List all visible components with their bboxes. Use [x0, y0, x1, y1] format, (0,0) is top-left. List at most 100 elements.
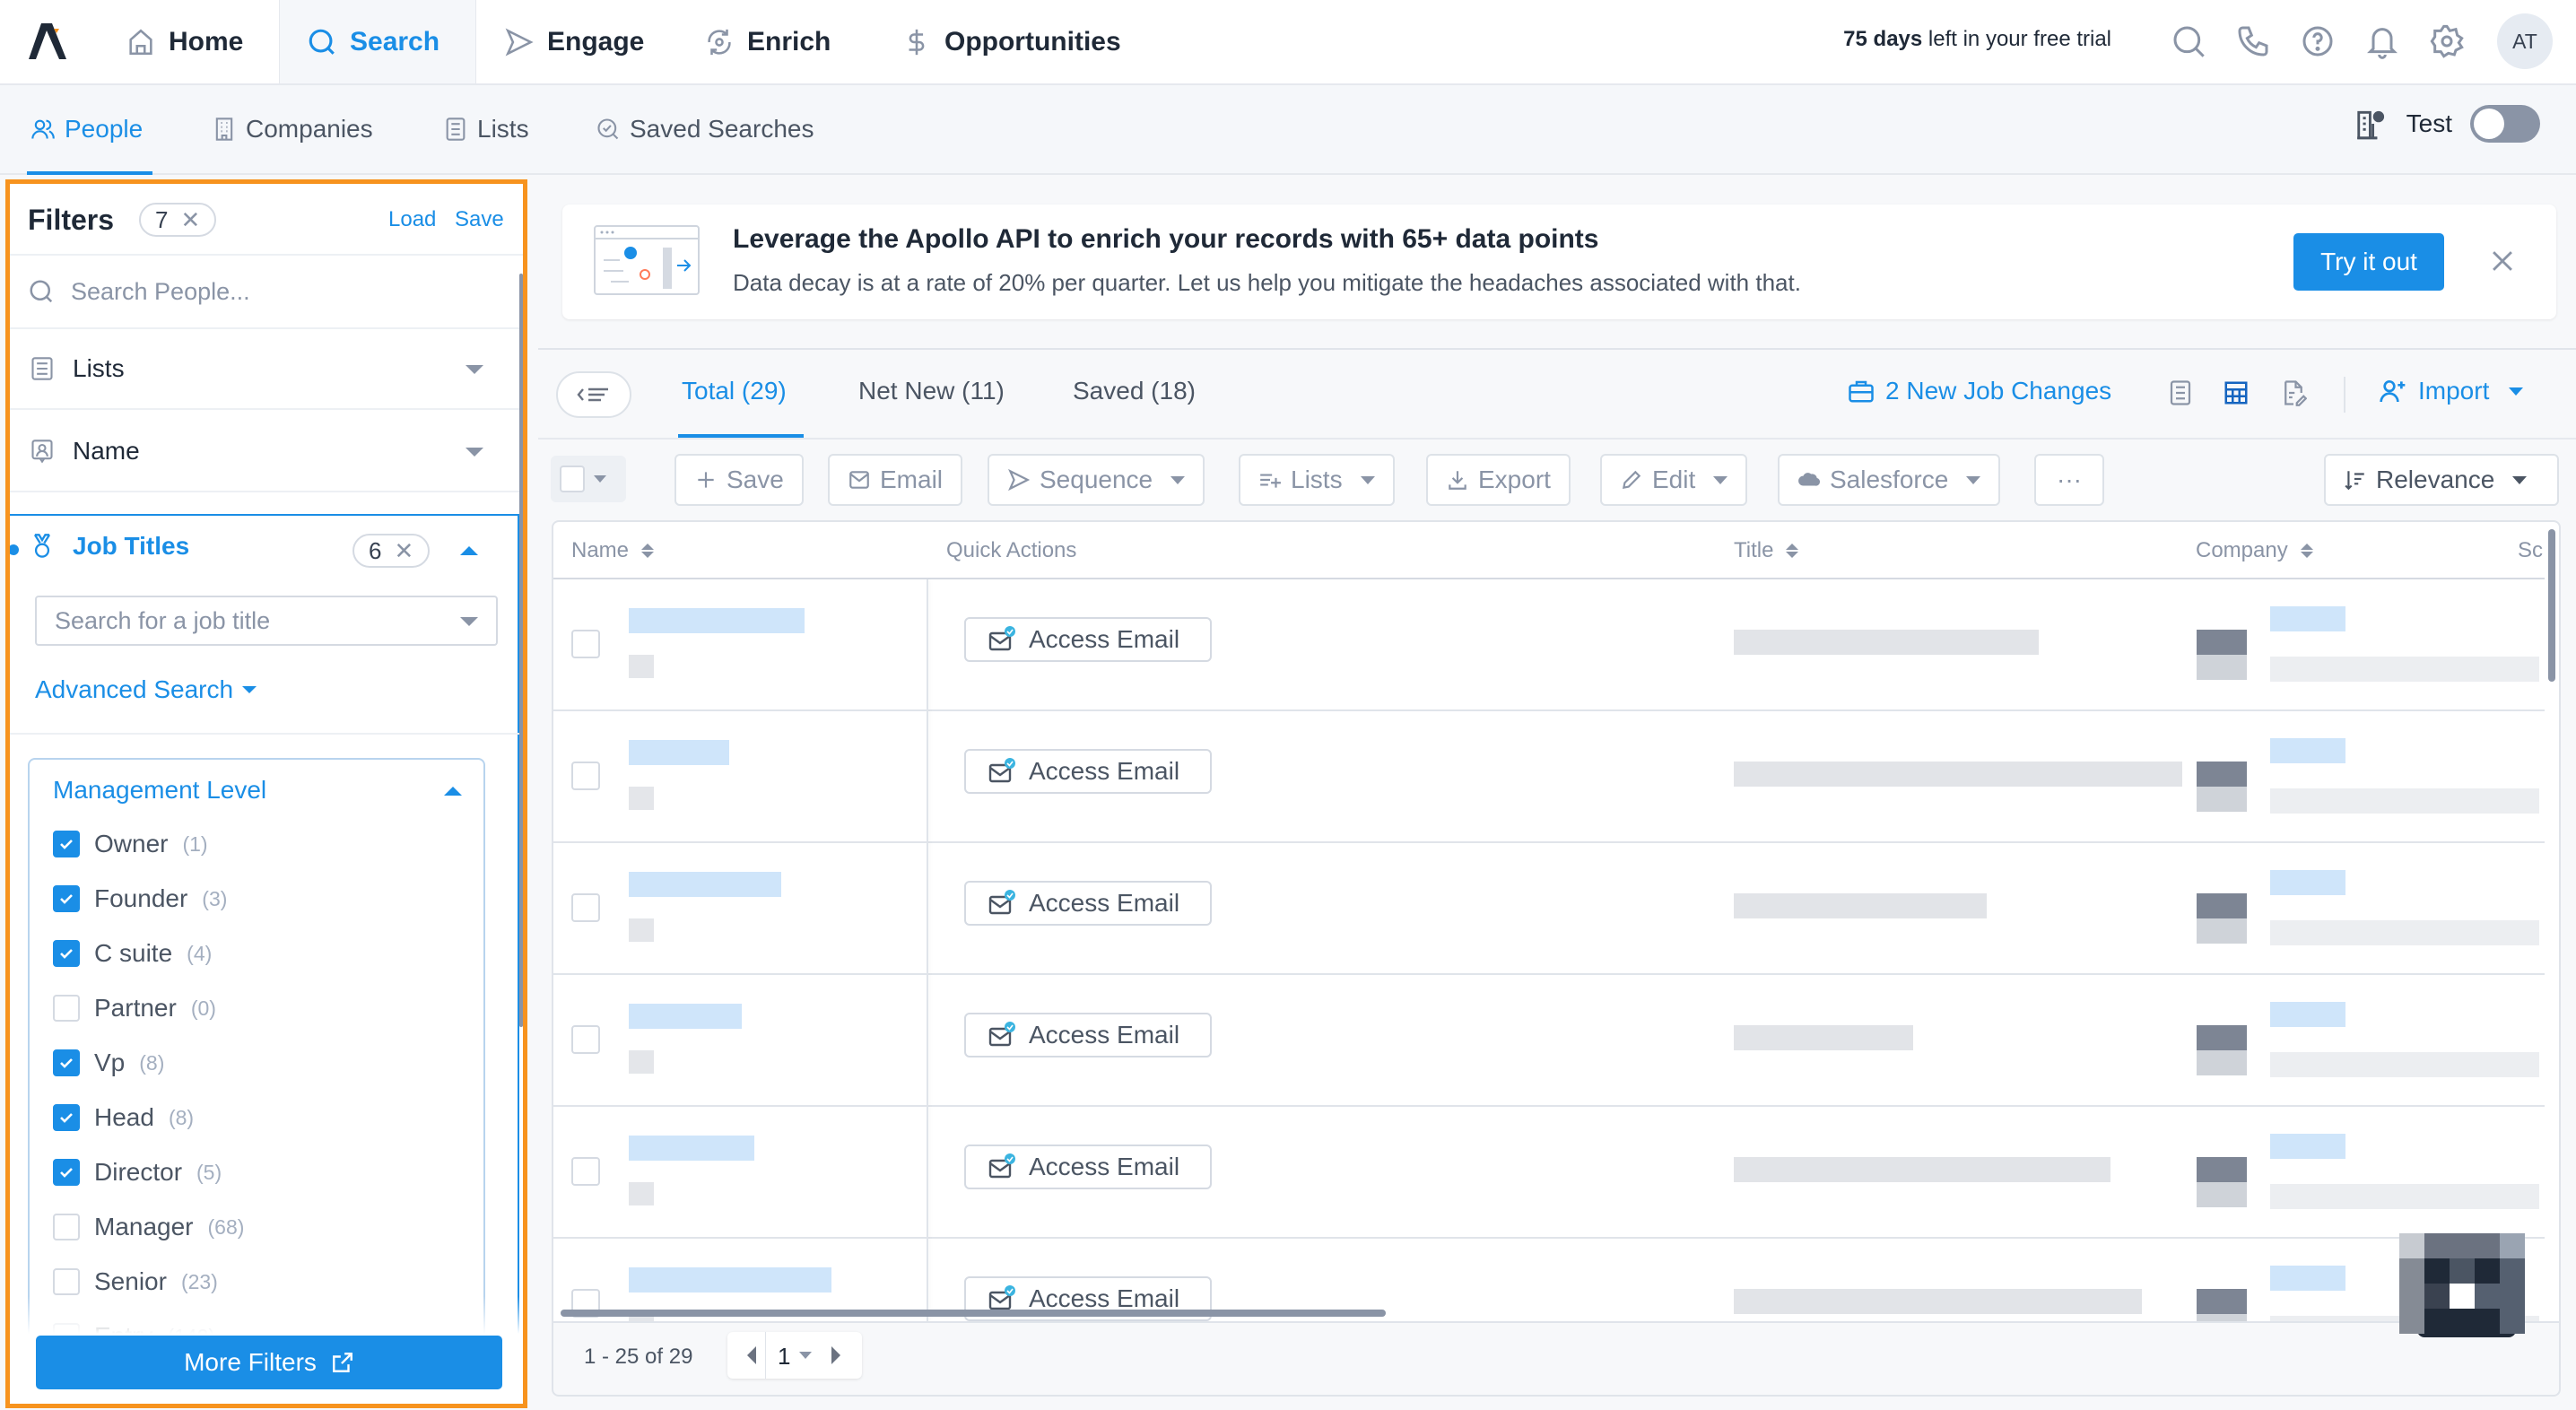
nav-opportunities[interactable]: Opportunities: [875, 0, 1148, 83]
column-header-score[interactable]: Sc: [2518, 538, 2543, 563]
access-email-button[interactable]: Access Email: [964, 1145, 1212, 1189]
table-row[interactable]: Access Email: [553, 843, 2545, 975]
company-name-redacted[interactable]: [2270, 1134, 2345, 1159]
edit-button[interactable]: Edit: [1600, 454, 1748, 506]
clear-filters-icon[interactable]: ✕: [180, 206, 200, 234]
column-header-company[interactable]: Company: [2196, 538, 2313, 563]
current-page[interactable]: 1: [778, 1343, 790, 1371]
column-header-title[interactable]: Title: [1734, 538, 1799, 563]
more-actions-button[interactable]: ···: [2034, 454, 2104, 506]
subnav-saved-searches[interactable]: Saved Searches: [596, 85, 814, 173]
subnav-lists[interactable]: Lists: [443, 85, 529, 173]
bell-icon[interactable]: [2364, 23, 2400, 59]
try-it-out-button[interactable]: Try it out: [2293, 233, 2444, 291]
horizontal-scrollbar[interactable]: [561, 1310, 1386, 1317]
avatar[interactable]: AT: [2497, 13, 2553, 69]
management-level-option[interactable]: Owner (1): [53, 830, 208, 858]
list-view-icon[interactable]: [2167, 379, 2194, 407]
access-email-button[interactable]: Access Email: [964, 1013, 1212, 1058]
chevron-up-icon[interactable]: [460, 546, 478, 555]
tab-net-new[interactable]: Net New (11): [858, 377, 1005, 405]
load-filters-link[interactable]: Load: [388, 207, 436, 232]
nav-enrich[interactable]: Enrich: [677, 0, 857, 83]
search-icon[interactable]: [2171, 23, 2206, 59]
checkbox[interactable]: [53, 1049, 80, 1076]
contact-name-redacted[interactable]: [629, 1004, 742, 1029]
sort-dropdown[interactable]: Relevance: [2324, 454, 2559, 506]
management-level-option[interactable]: Director (5): [53, 1158, 222, 1187]
contact-name-redacted[interactable]: [629, 872, 781, 897]
document-edit-icon[interactable]: [2280, 379, 2307, 407]
chevron-up-icon[interactable]: [444, 787, 462, 796]
apollo-logo[interactable]: [25, 22, 68, 61]
row-checkbox[interactable]: [571, 1025, 600, 1054]
contact-name-redacted[interactable]: [629, 1136, 754, 1161]
save-button[interactable]: Save: [674, 454, 804, 506]
salesforce-button[interactable]: Salesforce: [1778, 454, 2001, 506]
checkbox[interactable]: [53, 940, 80, 967]
export-button[interactable]: Export: [1426, 454, 1571, 506]
checkbox[interactable]: [53, 1214, 80, 1240]
tab-saved[interactable]: Saved (18): [1073, 377, 1196, 405]
table-row[interactable]: Access Email: [553, 711, 2545, 843]
filter-lists[interactable]: Lists: [10, 329, 519, 410]
search-people-input[interactable]: Search People...: [10, 256, 519, 329]
checkbox[interactable]: [53, 1104, 80, 1131]
chat-widget-icon[interactable]: [2399, 1233, 2525, 1339]
next-page-icon[interactable]: [831, 1346, 840, 1364]
chevron-down-icon[interactable]: [799, 1352, 812, 1359]
checkbox[interactable]: [53, 1159, 80, 1186]
access-email-button[interactable]: Access Email: [964, 881, 1212, 926]
checkbox[interactable]: [53, 831, 80, 857]
company-name-redacted[interactable]: [2270, 1266, 2345, 1291]
filters-count-pill[interactable]: 7 ✕: [139, 203, 217, 237]
access-email-button[interactable]: Access Email: [964, 617, 1212, 662]
row-checkbox[interactable]: [571, 630, 600, 658]
test-toggle[interactable]: [2470, 105, 2540, 143]
table-view-icon[interactable]: [2223, 379, 2250, 407]
contact-name-redacted[interactable]: [629, 740, 729, 765]
phone-icon[interactable]: [2235, 23, 2271, 59]
vertical-scrollbar[interactable]: [2548, 529, 2555, 682]
job-titles-count-pill[interactable]: 6 ✕: [352, 534, 431, 568]
management-level-title[interactable]: Management Level: [53, 776, 266, 805]
import-button[interactable]: Import: [2379, 377, 2524, 405]
more-filters-button[interactable]: More Filters: [36, 1336, 502, 1389]
management-level-option[interactable]: Partner (0): [53, 994, 216, 1023]
row-checkbox[interactable]: [571, 1157, 600, 1186]
tab-total[interactable]: Total (29): [682, 377, 787, 405]
management-level-option[interactable]: Manager (68): [53, 1213, 244, 1241]
filters-scrollbar[interactable]: [519, 274, 523, 1027]
contact-name-redacted[interactable]: [629, 1267, 831, 1292]
close-icon[interactable]: [2487, 246, 2518, 276]
management-level-option[interactable]: Senior (23): [53, 1267, 218, 1296]
table-row[interactable]: Access Email: [553, 975, 2545, 1107]
management-level-option[interactable]: Vp (8): [53, 1049, 164, 1077]
row-checkbox[interactable]: [571, 893, 600, 922]
prev-page-icon[interactable]: [747, 1346, 756, 1364]
company-name-redacted[interactable]: [2270, 1002, 2345, 1027]
row-checkbox[interactable]: [571, 762, 600, 790]
checkbox[interactable]: [53, 885, 80, 912]
subnav-people[interactable]: People: [30, 85, 143, 173]
job-changes-link[interactable]: 2 New Job Changes: [1848, 377, 2111, 405]
select-all-checkbox[interactable]: [551, 456, 626, 502]
subnav-companies[interactable]: Companies: [212, 85, 373, 173]
filter-job-titles[interactable]: Job Titles: [30, 532, 189, 561]
company-name-redacted[interactable]: [2270, 606, 2345, 631]
collapse-filters-button[interactable]: [556, 371, 631, 418]
company-name-redacted[interactable]: [2270, 738, 2345, 763]
column-header-name[interactable]: Name: [571, 538, 655, 563]
table-row[interactable]: Access Email: [553, 1107, 2545, 1239]
save-filters-link[interactable]: Save: [455, 207, 504, 232]
management-level-option[interactable]: Founder (3): [53, 884, 227, 913]
gear-icon[interactable]: [2429, 23, 2465, 59]
lists-button[interactable]: Lists: [1239, 454, 1395, 506]
company-name-redacted[interactable]: [2270, 870, 2345, 895]
advanced-search-link[interactable]: Advanced Search: [35, 675, 257, 704]
job-title-search-input[interactable]: Search for a job title: [35, 596, 498, 646]
clear-job-titles-icon[interactable]: ✕: [394, 537, 413, 565]
management-level-option[interactable]: C suite (4): [53, 939, 212, 968]
nav-search[interactable]: Search: [279, 0, 476, 83]
table-row[interactable]: Access Email: [553, 579, 2545, 711]
